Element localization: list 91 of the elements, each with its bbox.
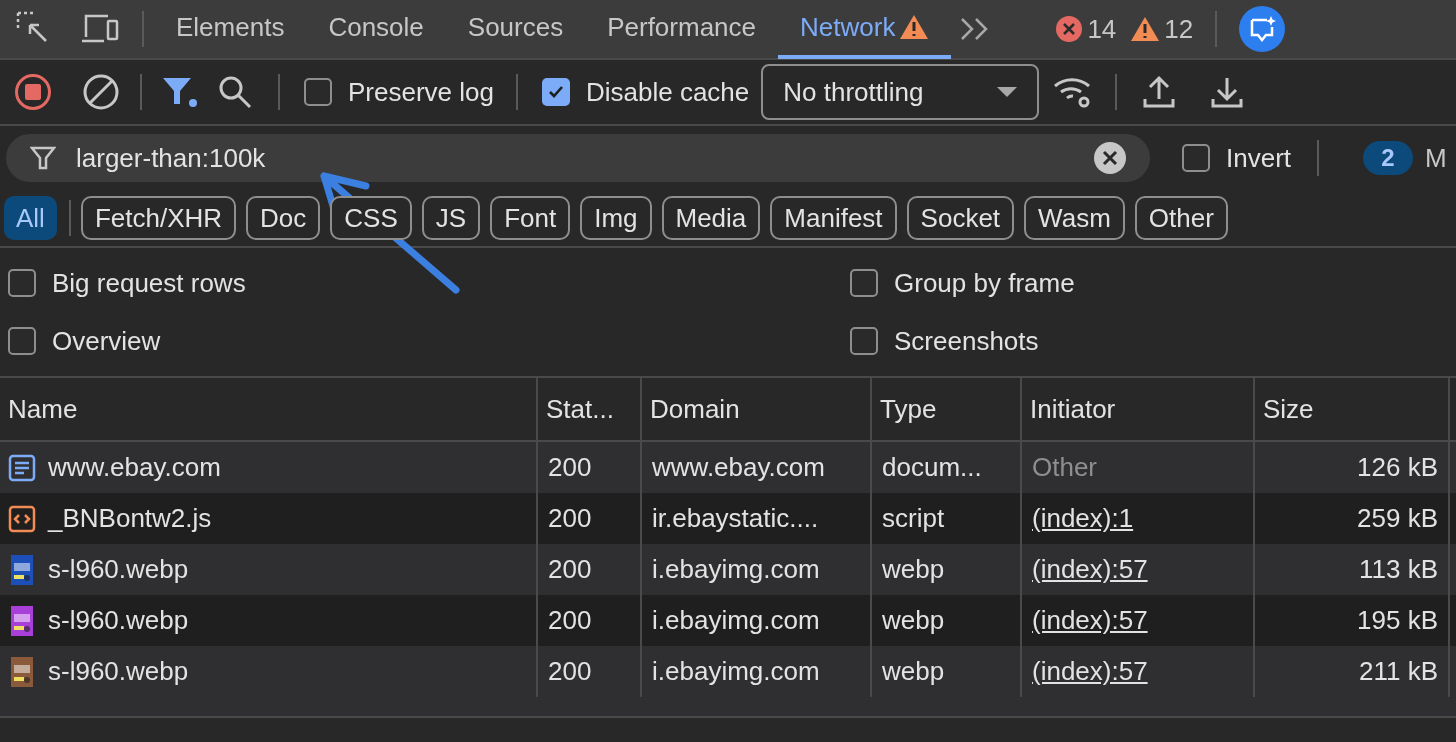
count-badge: 2 [1363, 141, 1414, 175]
warning-icon [1130, 16, 1161, 42]
chat-sparkle-icon [1248, 15, 1277, 43]
filter-icon [30, 145, 56, 171]
checkbox[interactable] [1182, 144, 1210, 172]
checkbox-label: Screenshots [894, 324, 1039, 358]
code-icon [8, 504, 36, 533]
filter-icon[interactable] [162, 76, 198, 108]
table-cell-text: 211 kB [1359, 655, 1438, 688]
initiator-link[interactable]: (index):57 [1032, 652, 1148, 691]
table-cell-text: webp [882, 553, 945, 586]
filter-value: larger-than:100k [76, 141, 267, 175]
table-cell-text: webp [882, 655, 945, 688]
table-cell-text: i.ebayimg.com [652, 553, 820, 586]
checkbox[interactable] [850, 327, 878, 355]
throttling-dropdown[interactable]: No throttling [761, 64, 1040, 120]
table-cell-text: 195 kB [1357, 604, 1438, 637]
type-filter-chip[interactable]: Other [1134, 196, 1228, 240]
type-filter-chip[interactable]: Font [490, 196, 571, 240]
table-cell-text: ir.ebaystatic.... [652, 502, 819, 535]
column-header[interactable]: Size [1255, 378, 1450, 440]
column-header[interactable]: Initiator [1022, 378, 1255, 440]
table-cell-text: script [882, 502, 945, 535]
filter-field[interactable]: larger-than:100k [6, 134, 1150, 182]
initiator-link[interactable]: (index):1 [1032, 499, 1134, 538]
table-cell-text: 113 kB [1359, 553, 1438, 586]
type-filter-chip[interactable]: All [4, 196, 57, 240]
error-count: 14 [1087, 12, 1117, 46]
table-cell-text: docum... [882, 451, 982, 484]
type-filter-chip[interactable]: CSS [330, 196, 412, 240]
table-cell-text: s-l960.webp [48, 655, 189, 688]
tab[interactable]: Console [306, 0, 446, 59]
tab[interactable]: Elements [154, 0, 307, 59]
checkbox-label: Preserve log [348, 75, 494, 109]
column-header[interactable]: Name [0, 378, 538, 440]
tab[interactable]: Performance [585, 0, 779, 59]
checkbox-label: Big request rows [52, 266, 246, 300]
record-button[interactable] [14, 73, 52, 111]
checkbox[interactable] [850, 269, 878, 297]
table-cell-text: www.ebay.com [652, 451, 825, 484]
table-cell-text: www.ebay.com [48, 451, 221, 484]
tab[interactable]: Sources [445, 0, 586, 59]
assistant-button[interactable] [1239, 6, 1286, 52]
type-filter-chip[interactable]: Fetch/XHR [80, 196, 237, 240]
dropdown-value: No throttling [783, 75, 924, 109]
checkbox-label: Disable cache [585, 75, 750, 109]
table-cell-text: s-l960.webp [48, 553, 189, 586]
table-cell-text: 200 [548, 502, 592, 535]
truncated-label: M [1425, 141, 1447, 175]
table-cell-text: 200 [548, 451, 592, 484]
checkbox[interactable] [8, 327, 36, 355]
checkbox-label: Group by frame [894, 266, 1075, 300]
device-icon[interactable] [80, 13, 120, 45]
clear-icon[interactable] [82, 73, 120, 111]
column-header[interactable]: Stat... [538, 378, 642, 440]
table-cell-text: i.ebayimg.com [652, 604, 820, 637]
download-icon[interactable] [1211, 75, 1244, 109]
checkbox[interactable] [8, 269, 36, 297]
checkbox-label: Invert [1226, 141, 1292, 175]
checkbox[interactable] [541, 78, 570, 106]
type-filter-chip[interactable]: Socket [906, 196, 1015, 240]
table-cell-text: webp [882, 604, 945, 637]
table-cell-text: 126 kB [1357, 451, 1438, 484]
type-filter-chip[interactable]: Manifest [770, 196, 897, 240]
type-filter-chip[interactable]: Wasm [1024, 196, 1125, 240]
search-icon[interactable] [218, 75, 252, 109]
type-filter-chip[interactable]: JS [421, 196, 481, 240]
type-filter-chip[interactable]: Doc [246, 196, 321, 240]
upload-icon[interactable] [1143, 75, 1176, 109]
table-cell-text: _BNBontw2.js [48, 502, 212, 535]
tab[interactable]: Network [778, 0, 952, 59]
clear-icon[interactable] [1094, 142, 1126, 174]
document-icon [8, 453, 36, 482]
type-filter-chip[interactable]: Media [661, 196, 761, 240]
type-filter-chip[interactable]: Img [580, 196, 652, 240]
column-header[interactable]: Type [872, 378, 1022, 440]
caret-icon [997, 86, 1018, 98]
checkbox[interactable] [304, 78, 332, 106]
checkbox-label: Overview [52, 324, 161, 358]
initiator-link[interactable]: (index):57 [1032, 601, 1148, 640]
table-cell-text: s-l960.webp [48, 604, 189, 637]
column-header[interactable]: Domain [642, 378, 872, 440]
table-cell-text: 200 [548, 655, 592, 688]
table-cell-text: 200 [548, 553, 592, 586]
warning-count: 12 [1164, 12, 1194, 46]
table-cell-text: Other [1032, 451, 1098, 484]
initiator-link[interactable]: (index):57 [1032, 550, 1148, 589]
table-cell-text: 200 [548, 604, 592, 637]
table-cell-text: 259 kB [1357, 502, 1438, 535]
error-icon [1055, 15, 1084, 43]
table-cell-text: i.ebayimg.com [652, 655, 820, 688]
